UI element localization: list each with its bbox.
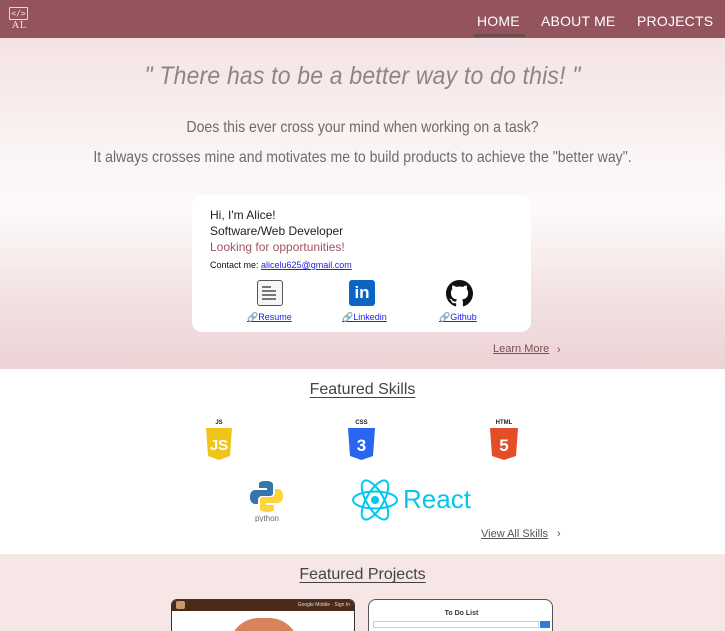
top-navbar: </> AL HOME ABOUT ME PROJECTS	[0, 0, 725, 38]
project-card-todo-list[interactable]: To Do List	[368, 599, 553, 631]
resume-link-label: Resume	[258, 312, 292, 322]
github-icon[interactable]	[446, 280, 473, 307]
css-label: CSS	[355, 420, 367, 426]
nav-projects[interactable]: PROJECTS	[637, 13, 713, 29]
section-title-projects: Featured Projects	[299, 566, 426, 583]
python-icon: python	[250, 481, 283, 522]
link-icon: 🔗	[247, 312, 259, 322]
html-icon: HTML 5	[490, 420, 518, 460]
link-icon: 🔗	[439, 312, 451, 322]
chevron-right-icon: ›	[557, 528, 561, 540]
project-preview-header: Google Mobile · Sign In	[172, 600, 354, 611]
hero-quote: " There has to be a better way to do thi…	[144, 62, 581, 90]
todo-add-button-preview	[540, 621, 550, 628]
project-preview-title: To Do List	[444, 610, 479, 617]
project-preview-header-text: Google Mobile · Sign In	[297, 602, 350, 608]
status-text: Looking for opportunities!	[210, 240, 345, 254]
shop-logo-icon	[176, 601, 185, 609]
resume-icon[interactable]	[257, 280, 283, 306]
linkedin-link[interactable]: 🔗Linkedin	[342, 312, 387, 323]
email-link[interactable]: alicelu625@gmail.com	[261, 260, 352, 270]
link-icon: 🔗	[342, 312, 354, 322]
react-wordmark: React	[403, 484, 471, 514]
active-tab-indicator	[474, 34, 525, 37]
resume-link[interactable]: 🔗Resume	[247, 312, 292, 323]
nav-about-me[interactable]: ABOUT ME	[541, 13, 615, 29]
html-label: HTML	[496, 420, 513, 426]
project-card-donut-shop[interactable]: Google Mobile · Sign In	[171, 599, 355, 631]
learn-more-link[interactable]: Learn More	[493, 343, 549, 356]
contact-label: Contact me:	[210, 260, 262, 270]
github-link[interactable]: 🔗Github	[439, 312, 477, 323]
code-icon: </>	[9, 7, 28, 20]
css-icon: CSS 3	[348, 420, 375, 460]
js-mark: JS	[210, 437, 228, 454]
logo-text: AL	[12, 21, 27, 31]
js-label: JS	[215, 420, 222, 426]
javascript-icon: JS JS	[206, 420, 232, 460]
hero-line-2: It always crosses mine and motivates me …	[93, 149, 632, 166]
greeting: Hi, I'm Alice!	[210, 208, 276, 222]
todo-input-preview	[373, 621, 539, 628]
github-link-label: Github	[450, 312, 477, 322]
nav-home[interactable]: HOME	[477, 13, 520, 29]
logo[interactable]: </> AL	[9, 7, 30, 33]
role-title: Software/Web Developer	[210, 224, 344, 238]
react-icon	[352, 479, 398, 521]
svg-text:5: 5	[499, 436, 508, 455]
donut-image	[229, 618, 299, 631]
chevron-right-icon: ›	[557, 344, 561, 356]
svg-text:3: 3	[357, 436, 366, 455]
section-title-skills: Featured Skills	[309, 381, 416, 398]
linkedin-icon[interactable]: in	[349, 280, 375, 306]
hero-line-1: Does this ever cross your mind when work…	[186, 119, 539, 136]
contact-line: Contact me: alicelu625@gmail.com	[210, 259, 352, 271]
view-all-skills-link[interactable]: View All Skills	[481, 528, 548, 541]
python-label: python	[255, 514, 279, 522]
linkedin-link-label: Linkedin	[353, 312, 387, 322]
